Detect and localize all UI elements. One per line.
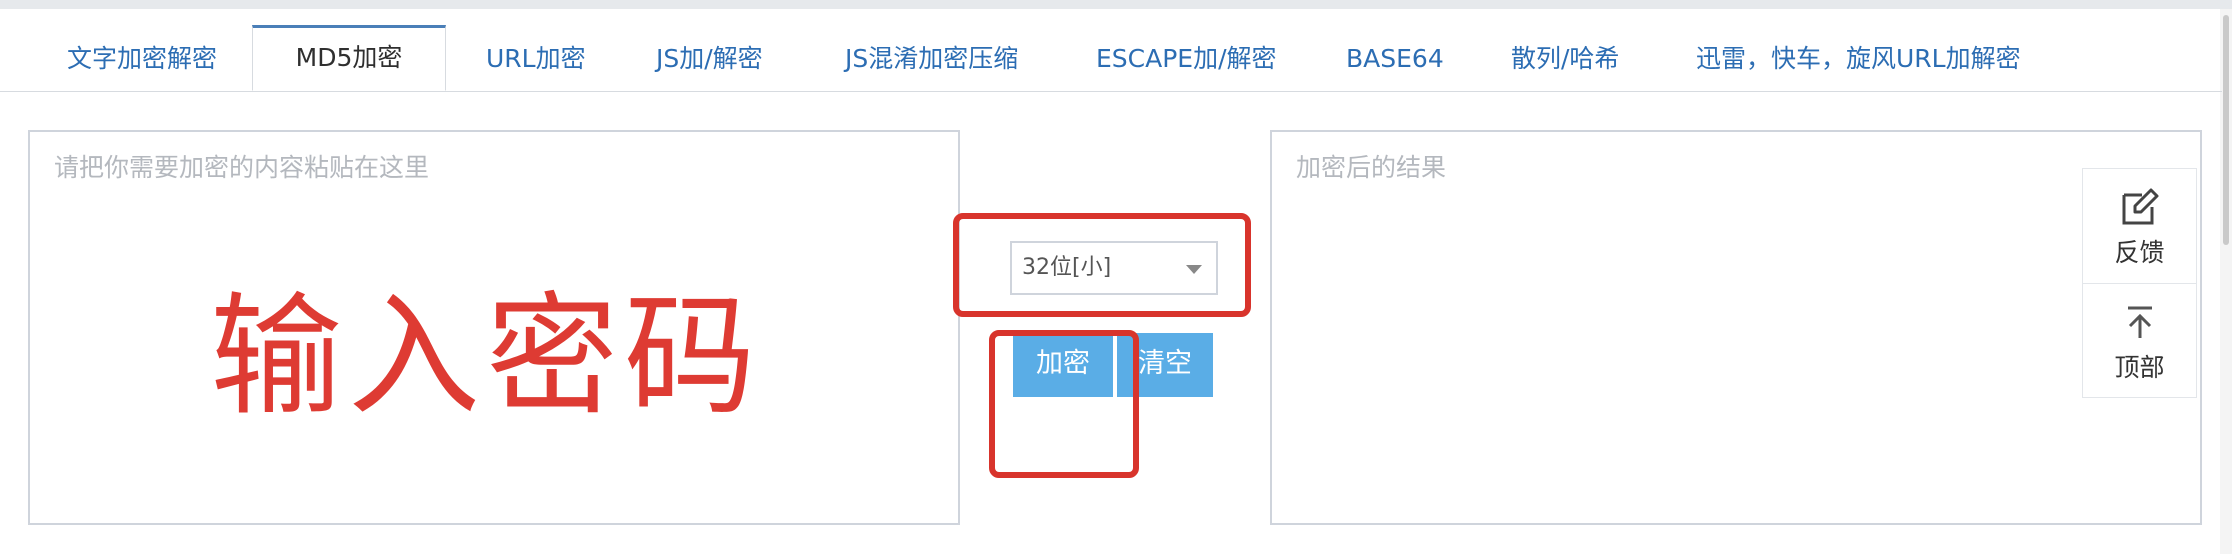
tab-escape[interactable]: ESCAPE加/解密 — [1096, 26, 1277, 91]
tab-md5[interactable]: MD5加密 — [252, 25, 446, 91]
top-bar — [0, 0, 2232, 9]
tab-js-encrypt[interactable]: JS加/解密 — [656, 26, 763, 91]
back-to-top-button[interactable]: 顶部 — [2083, 284, 2196, 398]
annotation-box-encrypt — [989, 330, 1139, 478]
tab-hash[interactable]: 散列/哈希 — [1511, 26, 1619, 91]
feedback-label: 反馈 — [2114, 238, 2165, 267]
annotation-label: 输入密码 — [210, 280, 762, 434]
edit-icon — [2122, 188, 2158, 225]
tab-js-obfuscate[interactable]: JS混淆加密压缩 — [845, 26, 1018, 91]
tab-url-encrypt[interactable]: URL加密 — [486, 26, 586, 91]
output-panel — [1270, 130, 2202, 525]
annotation-box-select — [953, 213, 1251, 317]
tab-thunder-url[interactable]: 迅雷，快车，旋风URL加解密 — [1696, 26, 2021, 91]
tab-text-encrypt[interactable]: 文字加密解密 — [67, 26, 217, 91]
feedback-button[interactable]: 反馈 — [2083, 169, 2196, 284]
tab-bar: 文字加密解密 MD5加密 URL加密 JS加/解密 JS混淆加密压缩 ESCAP… — [0, 25, 2222, 92]
scrollbar-thumb[interactable] — [2223, 15, 2229, 245]
arrow-up-icon — [2127, 306, 2152, 338]
floating-menu: 反馈 顶部 — [2082, 168, 2197, 398]
top-label: 顶部 — [2114, 353, 2165, 382]
tab-base64[interactable]: BASE64 — [1346, 26, 1444, 91]
output-textarea[interactable] — [1272, 132, 2200, 523]
